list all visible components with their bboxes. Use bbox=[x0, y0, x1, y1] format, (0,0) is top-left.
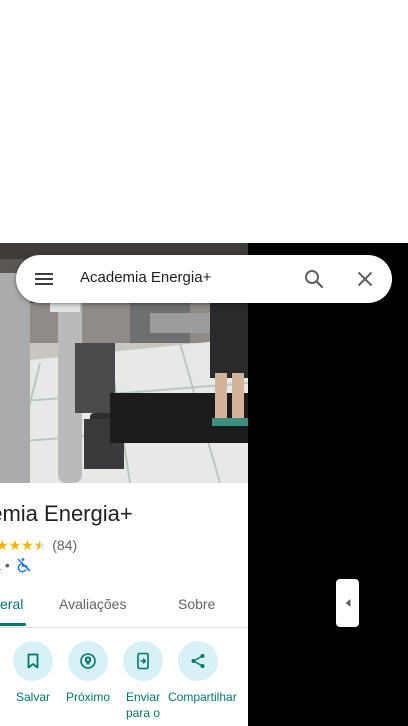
place-category[interactable]: ia bbox=[0, 557, 1, 573]
rating-stars: ★ ★ ★ ★ bbox=[0, 538, 46, 552]
active-tab-indicator bbox=[0, 623, 26, 626]
search-bar[interactable]: Academia Energia+ bbox=[16, 255, 392, 303]
save-button[interactable]: Salvar bbox=[5, 641, 61, 705]
separator-dot: • bbox=[4, 557, 10, 573]
action-buttons: Salvar Próximo Enviar para o Compartilha… bbox=[0, 641, 248, 726]
no-wheelchair-icon bbox=[17, 558, 31, 573]
search-icon[interactable] bbox=[302, 267, 326, 291]
nearby-icon bbox=[80, 653, 96, 669]
share-label: Compartilhar bbox=[168, 690, 237, 704]
map-area[interactable] bbox=[248, 243, 408, 726]
send-to-phone-icon bbox=[137, 652, 149, 670]
star-icon: ★ bbox=[0, 537, 9, 553]
save-label: Salvar bbox=[15, 690, 50, 704]
nearby-label: Próximo bbox=[65, 690, 110, 704]
send-to-phone-label: Enviar para o bbox=[125, 690, 161, 720]
star-icon: ★ bbox=[21, 537, 34, 553]
bookmark-icon bbox=[27, 653, 39, 669]
menu-icon[interactable] bbox=[32, 267, 56, 291]
close-icon[interactable] bbox=[353, 267, 377, 291]
place-tabs: eral Avaliações Sobre bbox=[0, 588, 248, 628]
share-button-circle[interactable] bbox=[178, 641, 218, 681]
rating-row[interactable]: ★ ★ ★ ★ (84) bbox=[0, 536, 77, 554]
save-button-circle[interactable] bbox=[13, 641, 53, 681]
chevron-left-icon bbox=[345, 599, 350, 607]
review-count[interactable]: (84) bbox=[52, 537, 77, 553]
search-input[interactable]: Academia Energia+ bbox=[80, 269, 211, 286]
tab-overview[interactable]: eral bbox=[0, 596, 23, 612]
send-to-phone-button-circle[interactable] bbox=[123, 641, 163, 681]
category-row: ia • bbox=[0, 556, 40, 574]
tab-about[interactable]: Sobre bbox=[178, 596, 215, 612]
nearby-button-circle[interactable] bbox=[68, 641, 108, 681]
tab-reviews[interactable]: Avaliações bbox=[59, 596, 126, 612]
share-icon bbox=[191, 654, 205, 668]
send-to-phone-button[interactable]: Enviar para o bbox=[115, 641, 171, 721]
place-panel: demia Energia+ ★ ★ ★ ★ (84) ia • eral Av… bbox=[0, 243, 248, 726]
place-name: demia Energia+ bbox=[0, 501, 133, 526]
half-star-icon: ★ bbox=[34, 538, 47, 552]
star-icon: ★ bbox=[8, 537, 22, 553]
collapse-panel-button[interactable] bbox=[336, 579, 359, 627]
nearby-button[interactable]: Próximo bbox=[60, 641, 116, 705]
share-button[interactable]: Compartilhar bbox=[168, 641, 237, 705]
top-blank-area bbox=[0, 0, 408, 243]
